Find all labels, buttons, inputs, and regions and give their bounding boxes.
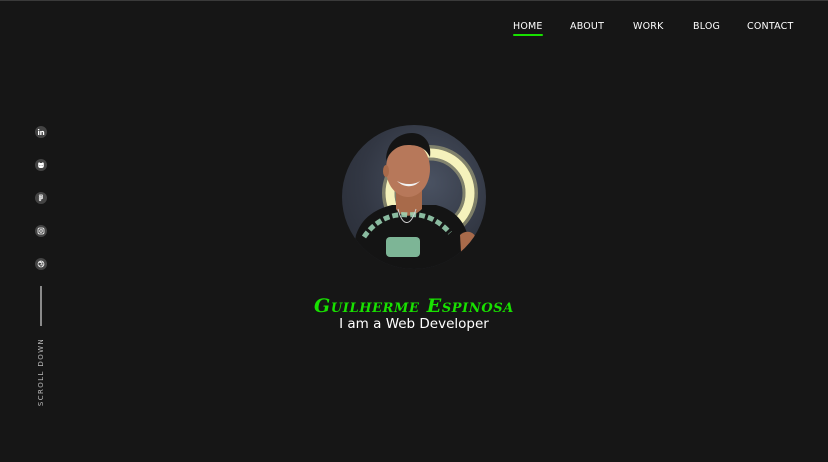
- nav-item-work[interactable]: WORK: [633, 20, 664, 36]
- nav-item-home[interactable]: HOME: [513, 20, 543, 36]
- nav-item-blog[interactable]: BLOG: [693, 20, 720, 36]
- main-nav: HOME ABOUT WORK BLOG CONTACT: [0, 20, 828, 40]
- scroll-down-label[interactable]: SCROLL DOWN: [37, 338, 45, 406]
- nav-item-contact[interactable]: CONTACT: [747, 20, 793, 36]
- instagram-icon[interactable]: [35, 225, 47, 237]
- linkedin-icon[interactable]: [35, 126, 47, 138]
- hero-role: I am a Web Developer: [339, 316, 489, 332]
- top-border: [0, 0, 828, 1]
- github-icon[interactable]: [35, 159, 47, 171]
- nav-item-about[interactable]: ABOUT: [570, 20, 604, 36]
- dribbble-icon[interactable]: [35, 258, 47, 270]
- figma-icon[interactable]: [35, 192, 47, 204]
- profile-avatar: [342, 125, 486, 269]
- avatar-illustration: [350, 133, 478, 269]
